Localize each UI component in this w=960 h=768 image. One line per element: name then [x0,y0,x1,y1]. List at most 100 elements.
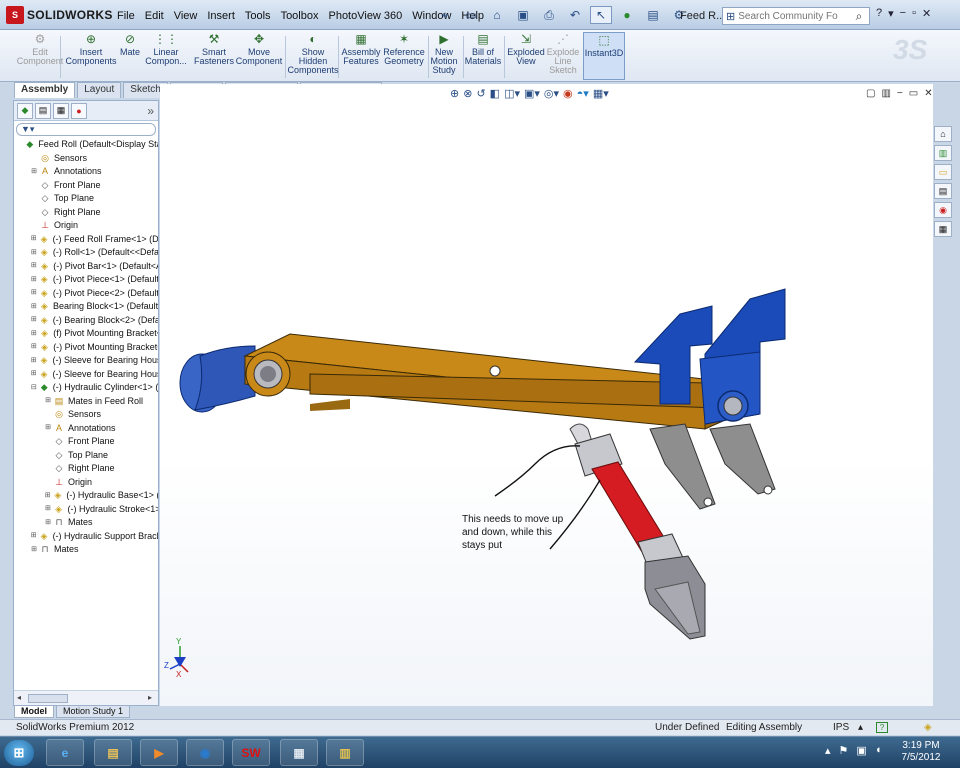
select-pointer-icon[interactable]: ↖ [590,6,612,24]
tree-item[interactable]: ◇ Right Plane [14,206,158,220]
scroll-left-icon[interactable]: ◂ [17,693,21,702]
open-folder-icon[interactable]: ⌂ [486,6,508,24]
help-icon[interactable]: ? [876,7,882,20]
scroll-right-icon[interactable]: ▸ [148,693,152,702]
tree-item[interactable]: ◆ Feed Roll (Default<Display State [14,138,158,152]
expand-toggle-icon[interactable]: ⊞ [44,505,52,513]
new-document-icon[interactable]: ▭ [460,6,482,24]
save-icon[interactable]: ▣ [512,6,534,24]
file-manager-icon[interactable]: ▥ [326,739,364,766]
tab-assembly[interactable]: Assembly [14,82,76,98]
tree-item[interactable]: ⊞ ◈ (-) Feed Roll Frame<1> (Def [14,233,158,247]
tag-icon[interactable]: ◈ [924,720,932,735]
units-status[interactable]: IPS [833,720,849,735]
undo-icon[interactable]: ↶ [564,6,586,24]
action-center-flag-icon[interactable]: ⚑ [839,744,849,757]
mate-button[interactable]: ⊘ Mate [118,32,142,80]
minimize-icon[interactable]: − [900,7,906,20]
show-hidden-icons-icon[interactable]: ▴ [825,744,831,757]
tree-item[interactable]: ⊞ ◈ (-) Sleeve for Bearing House [14,368,158,382]
menu-insert[interactable]: Insert [202,8,240,24]
tree-item[interactable]: ⊥ Origin [14,219,158,233]
property-manager-tab-icon[interactable]: ▤ [35,102,51,119]
expand-toggle-icon[interactable]: ⊞ [44,519,52,527]
design-library-icon[interactable]: ▥ [934,145,952,161]
filter-input[interactable]: ▼▾ [16,123,156,136]
expand-toggle-icon[interactable]: ⊞ [30,532,37,540]
bottom-tab-motion-study-1[interactable]: Motion Study 1 [56,706,131,718]
tree-item[interactable]: ⊞ ◈ (-) Pivot Bar<1> (Default<A [14,260,158,274]
pivot-pieces[interactable] [649,423,776,510]
scroll-thumb[interactable] [28,694,68,703]
expand-toggle-icon[interactable]: ⊞ [30,546,38,554]
solidworks-icon[interactable]: SW [232,739,270,766]
tree-item[interactable]: ⊞ ◈ (-) Hydraulic Support Bracke [14,530,158,544]
appearances-icon[interactable]: ◉ [934,202,952,218]
clock[interactable]: 3:19 PM 7/5/2012 [898,740,944,764]
display-manager-tab-icon[interactable]: ● [71,102,87,119]
tree-item[interactable]: ⊞ ◈ (-) Hydraulic Stroke<1> [14,503,158,517]
file-explorer-pane-icon[interactable]: ▭ [934,164,952,180]
menu-view[interactable]: View [169,8,203,24]
file-explorer-icon[interactable]: ▤ [94,739,132,766]
tree-item[interactable]: ◇ Right Plane [14,462,158,476]
expand-toggle-icon[interactable]: ⊞ [30,249,38,257]
expand-toggle-icon[interactable]: ⊞ [30,316,38,324]
tree-item[interactable]: ◇ Top Plane [14,449,158,463]
tree-item[interactable]: ⊞ ⊓ Mates [14,543,158,557]
tree-item[interactable]: ◎ Sensors [14,152,158,166]
search-icon[interactable]: ⌕ [849,9,869,24]
feature-manager-tab-icon[interactable]: ◆ [17,102,33,119]
tree-item[interactable]: ◎ Sensors [14,408,158,422]
tree-item[interactable]: ◇ Front Plane [14,179,158,193]
assembly-model[interactable]: Y Z X [160,84,933,706]
insert-components-button[interactable]: ⊕ Insert Components [65,32,116,80]
help-status-icon[interactable]: ? [876,722,888,733]
restore-icon[interactable]: ▫ [912,7,916,20]
tree-item[interactable]: ⊞ A Annotations [14,165,158,179]
expand-toggle-icon[interactable]: ⊞ [30,168,38,176]
explode-line-sketch-button[interactable]: ⋰ Explode Line Sketch [546,32,580,80]
rebuild-icon[interactable]: ● [616,6,638,24]
tree-item[interactable]: ⊞ ▤ Mates in Feed Roll [14,395,158,409]
more-tabs-icon[interactable]: » [147,104,154,118]
close-icon[interactable]: ✕ [922,7,931,20]
solidworks-resources-icon[interactable]: ⌂ [934,126,952,142]
tree-item[interactable]: ⊞ ◈ (f) Pivot Mounting Bracket< [14,327,158,341]
expand-toggle-icon[interactable]: ⊞ [44,424,52,432]
tree-item[interactable]: ⊞ ◈ (-) Hydraulic Base<1> (D [14,489,158,503]
network-icon[interactable]: ▣ [856,744,866,757]
bottom-tab-model[interactable]: Model [14,706,54,718]
horizontal-scrollbar[interactable]: ◂ ▸ [14,690,158,705]
menu-edit[interactable]: Edit [140,8,169,24]
tree-item[interactable]: ⊞ ◈ (-) Bearing Block<2> (Defau [14,314,158,328]
instant3d-button[interactable]: ⬚ Instant3D [583,32,625,80]
tab-layout[interactable]: Layout [77,82,122,98]
configuration-manager-tab-icon[interactable]: ▦ [53,102,69,119]
show-hidden-button[interactable]: ◐ Show Hidden Components [287,32,338,80]
view-palette-icon[interactable]: ▤ [934,183,952,199]
help-dropdown-icon[interactable]: ▾ [888,7,894,20]
expand-toggle-icon[interactable]: ⊞ [44,492,51,500]
expand-toggle-icon[interactable]: ⊟ [30,384,38,392]
reference-geometry-button[interactable]: ✶ Reference Geometry [383,32,425,80]
internet-explorer-icon[interactable]: e [46,739,84,766]
expand-toggle-icon[interactable]: ⊞ [30,330,38,338]
units-dropdown-icon[interactable]: ▴ [858,720,863,735]
expand-toggle-icon[interactable]: ⊞ [30,303,38,311]
tree-item[interactable]: ⊞ ◈ (-) Pivot Piece<1> (Default< [14,273,158,287]
search-scope-icon[interactable]: ⊞ [726,10,735,23]
expand-toggle-icon[interactable]: ⊞ [30,343,38,351]
custom-properties-icon[interactable]: ▦ [934,221,952,237]
expand-toggle-icon[interactable]: ⊞ [30,276,38,284]
search-box[interactable]: ⊞ ⌕ [722,7,870,25]
tree-item[interactable]: ⊟ ◆ (-) Hydraulic Cylinder<1> (D [14,381,158,395]
tree-item[interactable]: ◇ Top Plane [14,192,158,206]
tree-item[interactable]: ⊞ ◈ Bearing Block<1> (Default< [14,300,158,314]
print-icon[interactable]: ⎙ [538,6,560,24]
start-button-icon[interactable]: ⊞ [4,740,34,766]
tree-item[interactable]: ◇ Front Plane [14,435,158,449]
expand-toggle-icon[interactable]: ⊞ [30,289,38,297]
move-component-button[interactable]: ✥ Move Component [236,32,283,80]
assembly-features-button[interactable]: ▦ Assembly Features [342,32,381,80]
